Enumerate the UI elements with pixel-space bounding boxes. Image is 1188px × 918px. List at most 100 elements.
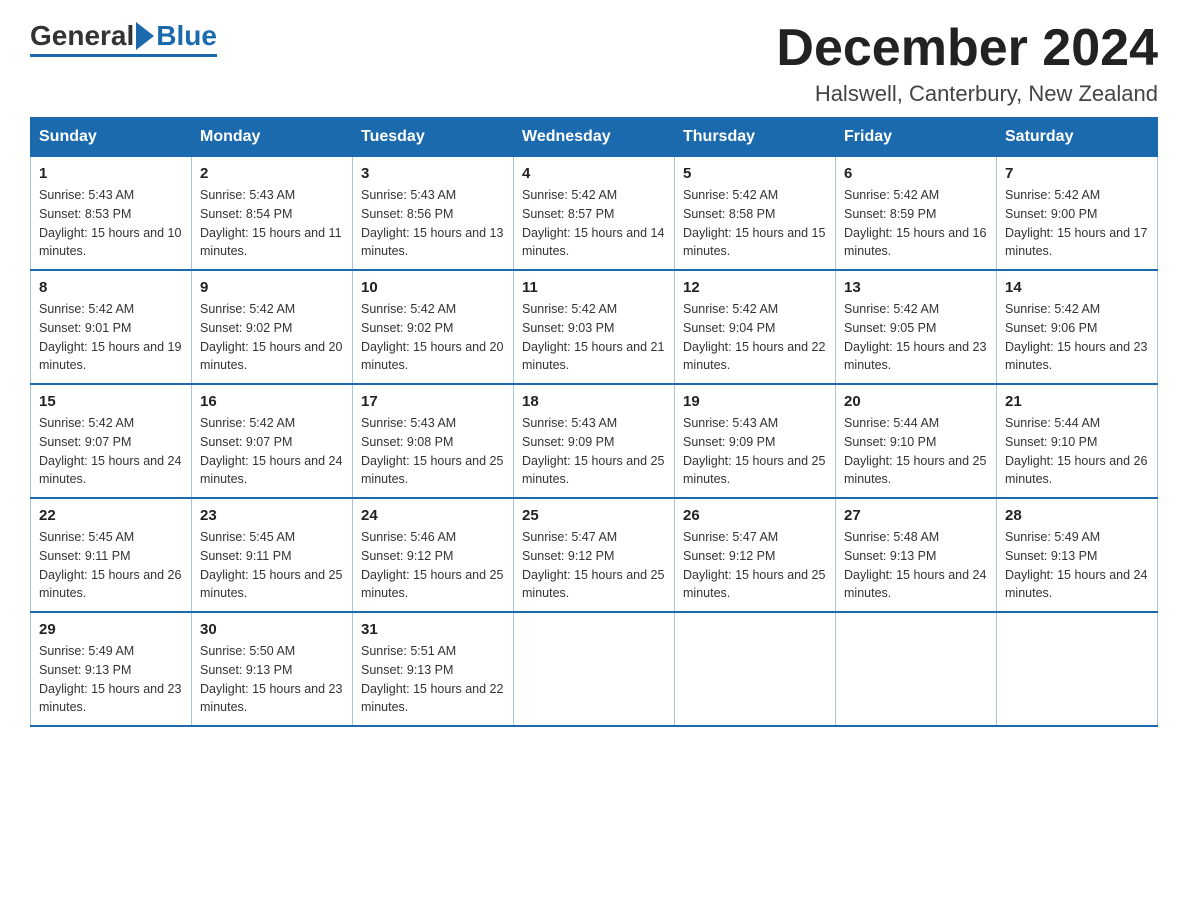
day-number: 14 <box>1005 279 1149 296</box>
calendar-week-row: 15 Sunrise: 5:42 AMSunset: 9:07 PMDaylig… <box>31 384 1158 498</box>
day-number: 2 <box>200 165 344 182</box>
day-info: Sunrise: 5:42 AMSunset: 8:59 PMDaylight:… <box>844 188 986 258</box>
table-row: 3 Sunrise: 5:43 AMSunset: 8:56 PMDayligh… <box>353 157 514 271</box>
day-info: Sunrise: 5:43 AMSunset: 8:54 PMDaylight:… <box>200 188 342 258</box>
table-row <box>997 612 1158 726</box>
logo[interactable]: General Blue <box>30 20 217 57</box>
day-info: Sunrise: 5:49 AMSunset: 9:13 PMDaylight:… <box>1005 530 1147 600</box>
day-number: 23 <box>200 507 344 524</box>
day-number: 26 <box>683 507 827 524</box>
table-row: 14 Sunrise: 5:42 AMSunset: 9:06 PMDaylig… <box>997 270 1158 384</box>
day-info: Sunrise: 5:42 AMSunset: 9:07 PMDaylight:… <box>39 416 181 486</box>
day-number: 7 <box>1005 165 1149 182</box>
table-row: 19 Sunrise: 5:43 AMSunset: 9:09 PMDaylig… <box>675 384 836 498</box>
table-row: 25 Sunrise: 5:47 AMSunset: 9:12 PMDaylig… <box>514 498 675 612</box>
day-info: Sunrise: 5:42 AMSunset: 9:06 PMDaylight:… <box>1005 302 1147 372</box>
day-info: Sunrise: 5:47 AMSunset: 9:12 PMDaylight:… <box>522 530 664 600</box>
page-header: General Blue December 2024 Halswell, Can… <box>30 20 1158 107</box>
calendar-week-row: 29 Sunrise: 5:49 AMSunset: 9:13 PMDaylig… <box>31 612 1158 726</box>
table-row: 6 Sunrise: 5:42 AMSunset: 8:59 PMDayligh… <box>836 157 997 271</box>
day-number: 13 <box>844 279 988 296</box>
table-row: 17 Sunrise: 5:43 AMSunset: 9:08 PMDaylig… <box>353 384 514 498</box>
day-info: Sunrise: 5:43 AMSunset: 8:56 PMDaylight:… <box>361 188 503 258</box>
table-row: 7 Sunrise: 5:42 AMSunset: 9:00 PMDayligh… <box>997 157 1158 271</box>
day-number: 22 <box>39 507 183 524</box>
day-number: 25 <box>522 507 666 524</box>
day-number: 3 <box>361 165 505 182</box>
col-friday: Friday <box>836 118 997 157</box>
day-number: 30 <box>200 621 344 638</box>
day-info: Sunrise: 5:47 AMSunset: 9:12 PMDaylight:… <box>683 530 825 600</box>
day-number: 21 <box>1005 393 1149 410</box>
month-title: December 2024 <box>776 20 1158 77</box>
day-info: Sunrise: 5:42 AMSunset: 9:02 PMDaylight:… <box>361 302 503 372</box>
day-info: Sunrise: 5:42 AMSunset: 9:03 PMDaylight:… <box>522 302 664 372</box>
day-info: Sunrise: 5:50 AMSunset: 9:13 PMDaylight:… <box>200 644 342 714</box>
calendar-week-row: 1 Sunrise: 5:43 AMSunset: 8:53 PMDayligh… <box>31 157 1158 271</box>
table-row: 9 Sunrise: 5:42 AMSunset: 9:02 PMDayligh… <box>192 270 353 384</box>
day-info: Sunrise: 5:42 AMSunset: 8:57 PMDaylight:… <box>522 188 664 258</box>
day-number: 8 <box>39 279 183 296</box>
title-section: December 2024 Halswell, Canterbury, New … <box>776 20 1158 107</box>
table-row: 2 Sunrise: 5:43 AMSunset: 8:54 PMDayligh… <box>192 157 353 271</box>
day-info: Sunrise: 5:42 AMSunset: 9:05 PMDaylight:… <box>844 302 986 372</box>
day-number: 4 <box>522 165 666 182</box>
table-row: 16 Sunrise: 5:42 AMSunset: 9:07 PMDaylig… <box>192 384 353 498</box>
day-info: Sunrise: 5:43 AMSunset: 9:09 PMDaylight:… <box>522 416 664 486</box>
day-number: 1 <box>39 165 183 182</box>
day-info: Sunrise: 5:51 AMSunset: 9:13 PMDaylight:… <box>361 644 503 714</box>
calendar-header-row: Sunday Monday Tuesday Wednesday Thursday… <box>31 118 1158 157</box>
day-info: Sunrise: 5:43 AMSunset: 8:53 PMDaylight:… <box>39 188 181 258</box>
calendar-week-row: 22 Sunrise: 5:45 AMSunset: 9:11 PMDaylig… <box>31 498 1158 612</box>
table-row: 12 Sunrise: 5:42 AMSunset: 9:04 PMDaylig… <box>675 270 836 384</box>
table-row: 15 Sunrise: 5:42 AMSunset: 9:07 PMDaylig… <box>31 384 192 498</box>
day-number: 28 <box>1005 507 1149 524</box>
table-row: 18 Sunrise: 5:43 AMSunset: 9:09 PMDaylig… <box>514 384 675 498</box>
table-row: 30 Sunrise: 5:50 AMSunset: 9:13 PMDaylig… <box>192 612 353 726</box>
day-info: Sunrise: 5:42 AMSunset: 9:00 PMDaylight:… <box>1005 188 1147 258</box>
day-info: Sunrise: 5:43 AMSunset: 9:08 PMDaylight:… <box>361 416 503 486</box>
day-number: 29 <box>39 621 183 638</box>
calendar-table: Sunday Monday Tuesday Wednesday Thursday… <box>30 117 1158 727</box>
logo-blue-text: Blue <box>156 20 217 52</box>
table-row: 11 Sunrise: 5:42 AMSunset: 9:03 PMDaylig… <box>514 270 675 384</box>
table-row: 28 Sunrise: 5:49 AMSunset: 9:13 PMDaylig… <box>997 498 1158 612</box>
table-row: 5 Sunrise: 5:42 AMSunset: 8:58 PMDayligh… <box>675 157 836 271</box>
logo-underline <box>30 54 217 57</box>
table-row: 4 Sunrise: 5:42 AMSunset: 8:57 PMDayligh… <box>514 157 675 271</box>
table-row: 8 Sunrise: 5:42 AMSunset: 9:01 PMDayligh… <box>31 270 192 384</box>
logo-general-text: General <box>30 20 134 52</box>
day-info: Sunrise: 5:49 AMSunset: 9:13 PMDaylight:… <box>39 644 181 714</box>
col-sunday: Sunday <box>31 118 192 157</box>
location-subtitle: Halswell, Canterbury, New Zealand <box>776 81 1158 107</box>
day-info: Sunrise: 5:46 AMSunset: 9:12 PMDaylight:… <box>361 530 503 600</box>
day-info: Sunrise: 5:42 AMSunset: 9:01 PMDaylight:… <box>39 302 181 372</box>
day-number: 12 <box>683 279 827 296</box>
day-number: 9 <box>200 279 344 296</box>
day-number: 18 <box>522 393 666 410</box>
day-info: Sunrise: 5:42 AMSunset: 8:58 PMDaylight:… <box>683 188 825 258</box>
day-number: 19 <box>683 393 827 410</box>
table-row: 29 Sunrise: 5:49 AMSunset: 9:13 PMDaylig… <box>31 612 192 726</box>
table-row: 1 Sunrise: 5:43 AMSunset: 8:53 PMDayligh… <box>31 157 192 271</box>
table-row: 22 Sunrise: 5:45 AMSunset: 9:11 PMDaylig… <box>31 498 192 612</box>
day-info: Sunrise: 5:44 AMSunset: 9:10 PMDaylight:… <box>844 416 986 486</box>
table-row <box>675 612 836 726</box>
day-info: Sunrise: 5:42 AMSunset: 9:07 PMDaylight:… <box>200 416 342 486</box>
day-number: 24 <box>361 507 505 524</box>
day-info: Sunrise: 5:44 AMSunset: 9:10 PMDaylight:… <box>1005 416 1147 486</box>
day-info: Sunrise: 5:45 AMSunset: 9:11 PMDaylight:… <box>39 530 181 600</box>
day-number: 27 <box>844 507 988 524</box>
logo-arrow-icon <box>136 22 154 50</box>
day-number: 10 <box>361 279 505 296</box>
col-wednesday: Wednesday <box>514 118 675 157</box>
day-info: Sunrise: 5:45 AMSunset: 9:11 PMDaylight:… <box>200 530 342 600</box>
table-row <box>836 612 997 726</box>
col-thursday: Thursday <box>675 118 836 157</box>
table-row: 13 Sunrise: 5:42 AMSunset: 9:05 PMDaylig… <box>836 270 997 384</box>
table-row: 20 Sunrise: 5:44 AMSunset: 9:10 PMDaylig… <box>836 384 997 498</box>
day-number: 5 <box>683 165 827 182</box>
col-monday: Monday <box>192 118 353 157</box>
day-number: 20 <box>844 393 988 410</box>
day-number: 11 <box>522 279 666 296</box>
